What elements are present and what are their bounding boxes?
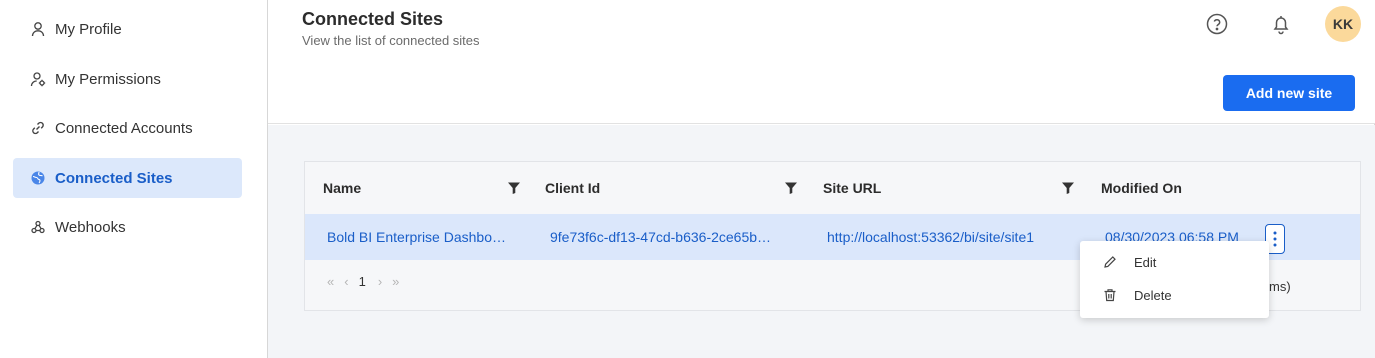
sidebar-item-label: Webhooks <box>55 218 126 236</box>
filter-icon[interactable] <box>784 181 798 195</box>
column-header-name[interactable]: Name <box>323 162 361 214</box>
sidebar-item-label: My Permissions <box>55 70 161 88</box>
menu-item-edit[interactable]: Edit <box>1080 246 1269 278</box>
link-icon <box>29 119 47 137</box>
pager-items-info: ms) <box>1269 279 1291 294</box>
menu-item-label: Delete <box>1134 287 1172 303</box>
first-page-icon[interactable]: « <box>327 274 334 289</box>
filter-icon[interactable] <box>507 181 521 195</box>
avatar[interactable]: KK <box>1325 6 1361 42</box>
filter-icon[interactable] <box>1061 181 1075 195</box>
current-page[interactable]: 1 <box>359 274 366 289</box>
add-new-site-button[interactable]: Add new site <box>1223 75 1355 111</box>
webhook-icon <box>29 218 47 236</box>
pager: « ‹ 1 › » <box>327 274 409 289</box>
trash-icon <box>1102 287 1118 303</box>
cell-client-id[interactable]: 9fe73f6c-df13-47cd-b636-2ce65b… <box>550 214 800 260</box>
user-gear-icon <box>29 70 47 88</box>
sidebar-item-webhooks[interactable]: Webhooks <box>13 207 242 247</box>
sidebar-item-connected-accounts[interactable]: Connected Accounts <box>13 108 242 148</box>
cell-name[interactable]: Bold BI Enterprise Dashbo… <box>327 214 527 260</box>
help-icon[interactable] <box>1205 12 1229 36</box>
prev-page-icon[interactable]: ‹ <box>344 274 348 289</box>
page-title: Connected Sites <box>302 9 444 29</box>
page-subtitle: View the list of connected sites <box>302 33 480 48</box>
column-header-client-id[interactable]: Client Id <box>545 162 600 214</box>
last-page-icon[interactable]: » <box>392 274 399 289</box>
sidebar-item-connected-sites[interactable]: Connected Sites <box>13 158 242 198</box>
sidebar-item-my-profile[interactable]: My Profile <box>13 9 242 49</box>
sidebar-item-label: Connected Sites <box>55 169 173 187</box>
page-header: Connected Sites View the list of connect… <box>268 0 1375 124</box>
column-header-site-url[interactable]: Site URL <box>823 162 881 214</box>
globe-icon <box>29 169 47 187</box>
sidebar-item-label: My Profile <box>55 20 122 38</box>
bell-icon[interactable] <box>1269 12 1293 36</box>
menu-item-delete[interactable]: Delete <box>1080 279 1269 311</box>
cell-site-url[interactable]: http://localhost:53362/bi/site/site1 <box>827 214 1082 260</box>
next-page-icon[interactable]: › <box>378 274 382 289</box>
menu-item-label: Edit <box>1134 254 1157 270</box>
user-icon <box>29 20 47 38</box>
row-context-menu: Edit Delete <box>1080 241 1269 318</box>
sidebar: My Profile My Permissions Connected Acco… <box>0 0 268 358</box>
sidebar-item-my-permissions[interactable]: My Permissions <box>13 59 242 99</box>
pencil-icon <box>1102 254 1118 270</box>
sidebar-item-label: Connected Accounts <box>55 119 193 137</box>
more-vertical-icon <box>1273 231 1277 247</box>
column-header-modified-on[interactable]: Modified On <box>1101 162 1182 214</box>
grid-header: Name Client Id Site URL Modified On <box>305 162 1360 214</box>
